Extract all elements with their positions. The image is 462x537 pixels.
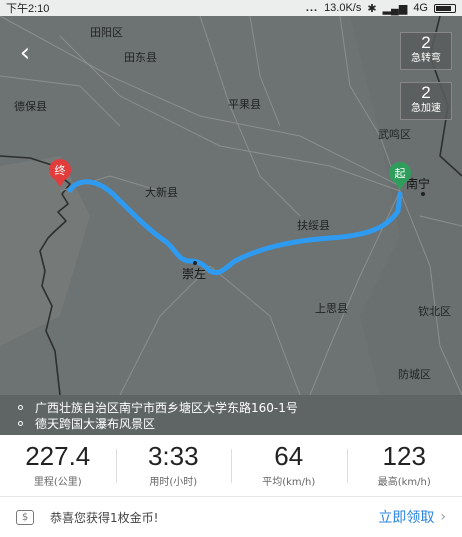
place-label: 田东县 <box>124 51 157 64</box>
notification-dots: ... <box>305 2 319 14</box>
sharp-turn-label: 急转弯 <box>411 53 441 64</box>
claim-coin-button[interactable]: 立即领取 › <box>378 507 446 527</box>
place-label: 崇左 <box>182 266 206 281</box>
sharp-turn-box: 2 急转弯 <box>400 32 452 70</box>
place-label: 武鸣区 <box>378 127 411 141</box>
trip-stats: 227.4 里程(公里) 3:33 用时(小时) 64 平均(km/h) 123… <box>0 435 462 497</box>
network-speed: 13.0K/s <box>324 2 362 14</box>
battery-icon <box>434 3 456 13</box>
signal-icon: ▂▄▆ <box>382 2 408 15</box>
chevron-right-icon: › <box>440 509 446 525</box>
status-time: 下午2:10 <box>6 3 50 15</box>
start-address: 广西壮族自治区南宁市西乡塘区大学东路160-1号 <box>35 400 298 415</box>
map-canvas: 田阳区 田东县 德保县 平果县 武鸣区 大新县 南宁 扶绥县 崇左 上思县 钦北… <box>0 16 462 395</box>
svg-text:终: 终 <box>55 163 66 177</box>
status-bar: 下午2:10 ... 13.0K/s ✱ ▂▄▆ 4G <box>0 0 462 16</box>
sharp-accel-box: 2 急加速 <box>400 82 452 120</box>
stat-value: 64 <box>274 441 304 471</box>
sharp-accel-count: 2 <box>421 83 431 102</box>
stat-value: 227.4 <box>25 441 91 471</box>
route-map[interactable]: 田阳区 田东县 德保县 平果县 武鸣区 大新县 南宁 扶绥县 崇左 上思县 钦北… <box>0 16 462 395</box>
stat-label: 里程(公里) <box>33 477 82 488</box>
sharp-turn-count: 2 <box>421 33 431 52</box>
claim-coin-label: 立即领取 <box>378 510 435 526</box>
stat-label: 最高(km/h) <box>377 477 431 488</box>
network-type: 4G <box>413 2 428 14</box>
end-dot-icon <box>18 420 23 426</box>
start-dot-icon <box>18 404 23 410</box>
coin-reward-bar: $ 恭喜您获得1枚金币! 立即领取 › <box>0 497 462 537</box>
stat-distance: 227.4 里程(公里) <box>0 435 116 496</box>
stat-value: 123 <box>382 441 426 471</box>
place-label: 田阳区 <box>90 26 123 39</box>
stat-label: 用时(小时) <box>149 477 198 488</box>
coin-icon: $ <box>16 509 34 525</box>
end-address: 德天跨国大瀑布风景区 <box>35 416 156 431</box>
place-label: 扶绥县 <box>297 218 330 232</box>
stat-average-speed: 64 平均(km/h) <box>231 435 347 496</box>
stat-value: 3:33 <box>147 441 199 471</box>
place-label: 防城区 <box>398 367 431 381</box>
place-label: 大新县 <box>145 185 178 199</box>
place-label: 平果县 <box>228 98 261 111</box>
place-label: 德保县 <box>14 99 47 113</box>
stat-max-speed: 123 最高(km/h) <box>346 435 462 496</box>
address-panel: 广西壮族自治区南宁市西乡塘区大学东路160-1号 德天跨国大瀑布风景区 <box>0 395 462 435</box>
coin-message: 恭喜您获得1枚金币! <box>50 510 159 525</box>
bluetooth-icon: ✱ <box>367 2 377 15</box>
end-address-row: 德天跨国大瀑布风景区 <box>18 415 462 431</box>
start-address-row: 广西壮族自治区南宁市西乡塘区大学东路160-1号 <box>18 399 462 415</box>
place-label: 钦北区 <box>418 305 451 318</box>
svg-text:起: 起 <box>395 167 406 180</box>
stat-label: 平均(km/h) <box>262 477 316 488</box>
place-label: 上思县 <box>315 302 348 315</box>
stat-duration: 3:33 用时(小时) <box>115 435 232 496</box>
back-arrow-icon[interactable]: ‹ <box>12 40 38 68</box>
sharp-accel-label: 急加速 <box>411 103 441 114</box>
